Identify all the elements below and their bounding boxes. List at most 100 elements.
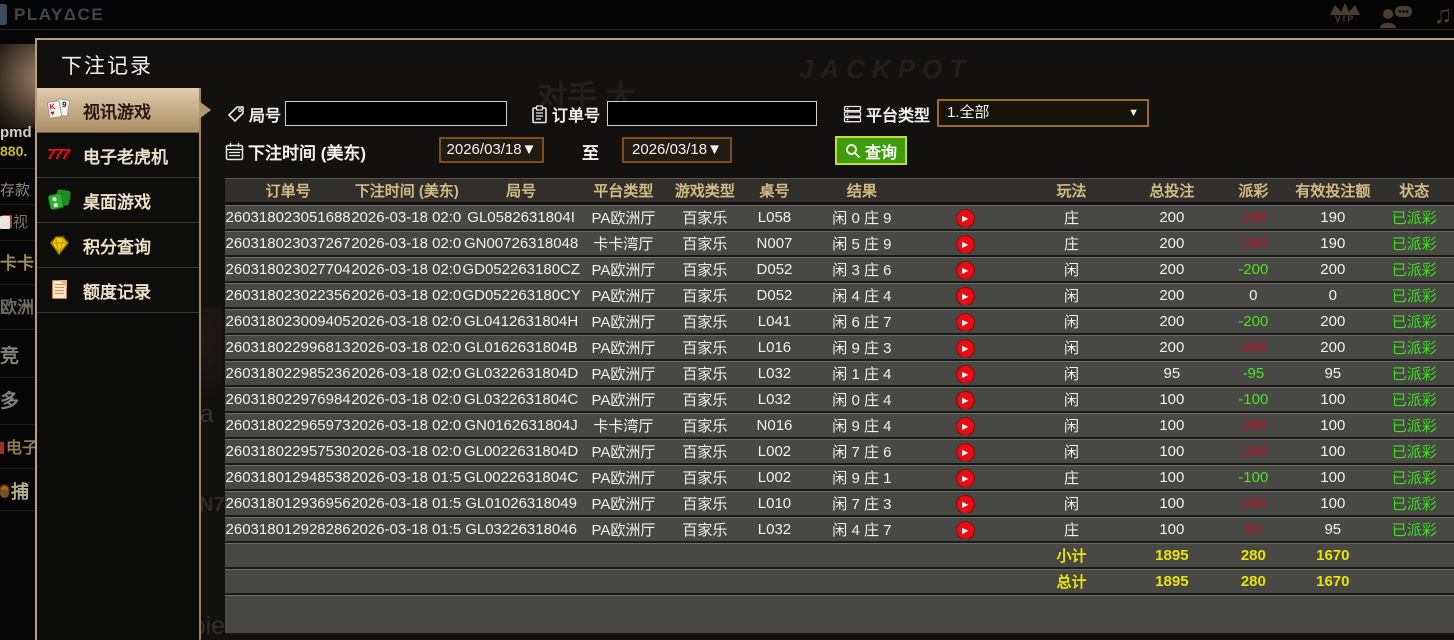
table-row: 2603180229659732026-03-18 02:01:15GN0162… [225, 413, 1454, 439]
payout-cell: -200 [1214, 313, 1293, 330]
table-cell: 100 [1293, 391, 1372, 408]
music-icon[interactable]: ♫ [1426, 1, 1454, 30]
table-cell: 闲 [1013, 389, 1130, 410]
username-label: pmd [0, 124, 35, 141]
replay-button[interactable]: ▶ [957, 496, 974, 513]
table-cell: 百家乐 [667, 467, 743, 488]
status-cell: 已派彩 [1373, 233, 1454, 254]
table-cell: GD052263180CY [462, 287, 579, 304]
replay-button[interactable]: ▶ [957, 314, 974, 331]
replay-cell: ▶ [918, 260, 1013, 279]
replay-button[interactable]: ▶ [957, 444, 974, 461]
table-cell: 1670 [1293, 547, 1372, 564]
table-cell: L002 [743, 443, 807, 460]
table-total-row: 总计18952801670 [225, 569, 1454, 595]
table-cell: D052 [743, 287, 807, 304]
vip-icon[interactable]: VIP [1324, 2, 1366, 24]
replay-button[interactable]: ▶ [957, 470, 974, 487]
table-subtotal-row: 小计18952801670 [225, 543, 1454, 569]
table-cell: 2026-03-18 02:00:30 [351, 443, 462, 460]
table-row: 2603180229852362026-03-18 02:02:52GL0322… [225, 361, 1454, 387]
table-cell: 2026-03-18 02:01:15 [351, 417, 462, 434]
replay-cell: ▶ [918, 286, 1013, 305]
search-button[interactable]: 查询 [835, 136, 907, 165]
sidebar-item-table-games[interactable]: 桌面游戏 [37, 178, 199, 223]
table-header-cell: 状态 [1373, 180, 1454, 201]
table-cell: 百家乐 [667, 363, 743, 384]
payout-cell: 190 [1214, 209, 1293, 226]
modal-title: 下注记录 [61, 50, 153, 80]
table-cell: 闲 1 庄 4 [806, 363, 917, 384]
replay-button[interactable]: ▶ [957, 210, 974, 227]
sidebar-item-credit-records[interactable]: 额度记录 [37, 268, 199, 313]
table-cell: 2026-03-18 02:03:56 [351, 339, 462, 356]
replay-button[interactable]: ▶ [957, 366, 974, 383]
table-cell: 2026-03-18 02:06:34 [351, 261, 462, 278]
table-cell: L010 [743, 495, 807, 512]
table-cell: 百家乐 [667, 285, 743, 306]
table-cell: 百家乐 [667, 441, 743, 462]
table-header-cell: 游戏类型 [667, 180, 743, 201]
replay-button[interactable]: ▶ [957, 522, 974, 539]
table-cell: N016 [743, 417, 807, 434]
dianzi-bg-label: 电子 [6, 440, 35, 457]
replay-button[interactable]: ▶ [957, 236, 974, 253]
payout-cell: 200 [1214, 339, 1293, 356]
sidebar-item-slots[interactable]: 777 电子老虎机 [37, 133, 199, 178]
table-cell: 200 [1130, 287, 1213, 304]
table-header-cell: 下注时间 (美东) [351, 180, 462, 201]
table-cell: 闲 0 庄 9 [806, 207, 917, 228]
table-header-cell: 局号 [462, 180, 579, 201]
payout-cell: 100 [1214, 443, 1293, 460]
table-header-row: 订单号下注时间 (美东)局号平台类型游戏类型桌号结果玩法总投注派彩有效投注额状态 [225, 178, 1454, 205]
playing-cards-icon: 9 K♥ [47, 98, 74, 122]
table-cell: GL0162631804B [462, 339, 579, 356]
sidebar-item-points[interactable]: 积分查询 [37, 223, 199, 268]
chat-icon[interactable] [1376, 4, 1416, 28]
replay-button[interactable]: ▶ [957, 418, 974, 435]
sidebar-item-label: 桌面游戏 [83, 188, 151, 213]
table-cell: 260318012928286 [225, 521, 351, 538]
replay-button[interactable]: ▶ [957, 262, 974, 279]
game-id-input[interactable] [285, 101, 507, 126]
table-cell: 1895 [1130, 547, 1213, 564]
date-to-picker[interactable]: 2026/03/18▼ [622, 137, 732, 163]
order-id-input[interactable] [607, 101, 817, 126]
table-row: 2603180129485382026-03-18 01:59:44GL0022… [225, 465, 1454, 491]
status-cell: 已派彩 [1373, 207, 1454, 228]
table-cell: 2026-03-18 02:05:00 [351, 313, 462, 330]
table-cell: 260318022996813 [225, 339, 351, 356]
table-cell: PA欧洲厅 [580, 493, 667, 514]
table-cell: 200 [1130, 261, 1213, 278]
payout-cell: 100 [1214, 417, 1293, 434]
payout-cell: -200 [1214, 261, 1293, 278]
table-cell: 2026-03-18 02:02:52 [351, 365, 462, 382]
table-cell: 200 [1130, 339, 1213, 356]
replay-button[interactable]: ▶ [957, 392, 974, 409]
table-cell: GN0162631804J [462, 417, 579, 434]
table-cell: 2026-03-18 02:08:35 [351, 209, 462, 226]
table-cell: PA欧洲厅 [580, 311, 667, 332]
bet-records-modal: 下注记录 JACKPOT 对手 大 咪 台 Rema 百家乐N7 Lambie … [35, 38, 1454, 640]
table-cell: L016 [743, 339, 807, 356]
date-from-picker[interactable]: 2026/03/18▼ [439, 137, 544, 163]
top-bar: PLAYΔCE VIP ♫ [0, 0, 1454, 30]
table-row: 2603180230094052026-03-18 02:05:00GL0412… [225, 309, 1454, 335]
replay-cell: ▶ [918, 234, 1013, 253]
table-header-cell: 有效投注额 [1293, 180, 1372, 201]
table-cell: 闲 [1013, 415, 1130, 436]
replay-button[interactable]: ▶ [957, 340, 974, 357]
platform-select[interactable]: 1.全部 ▼ [937, 99, 1149, 127]
table-cell: PA欧洲厅 [580, 285, 667, 306]
table-cell: 闲 [1013, 441, 1130, 462]
table-cell: 260318023022356 [225, 287, 351, 304]
table-cell: 百家乐 [667, 389, 743, 410]
table-cell: GL03226318046 [462, 521, 579, 538]
table-cell: PA欧洲厅 [580, 207, 667, 228]
table-cell: 190 [1293, 209, 1372, 226]
table-empty-row [225, 595, 1454, 635]
clipboard-icon [531, 105, 548, 124]
replay-cell: ▶ [918, 338, 1013, 357]
sidebar-item-live-games[interactable]: 9 K♥ 视讯游戏 [37, 88, 199, 133]
replay-button[interactable]: ▶ [957, 288, 974, 305]
